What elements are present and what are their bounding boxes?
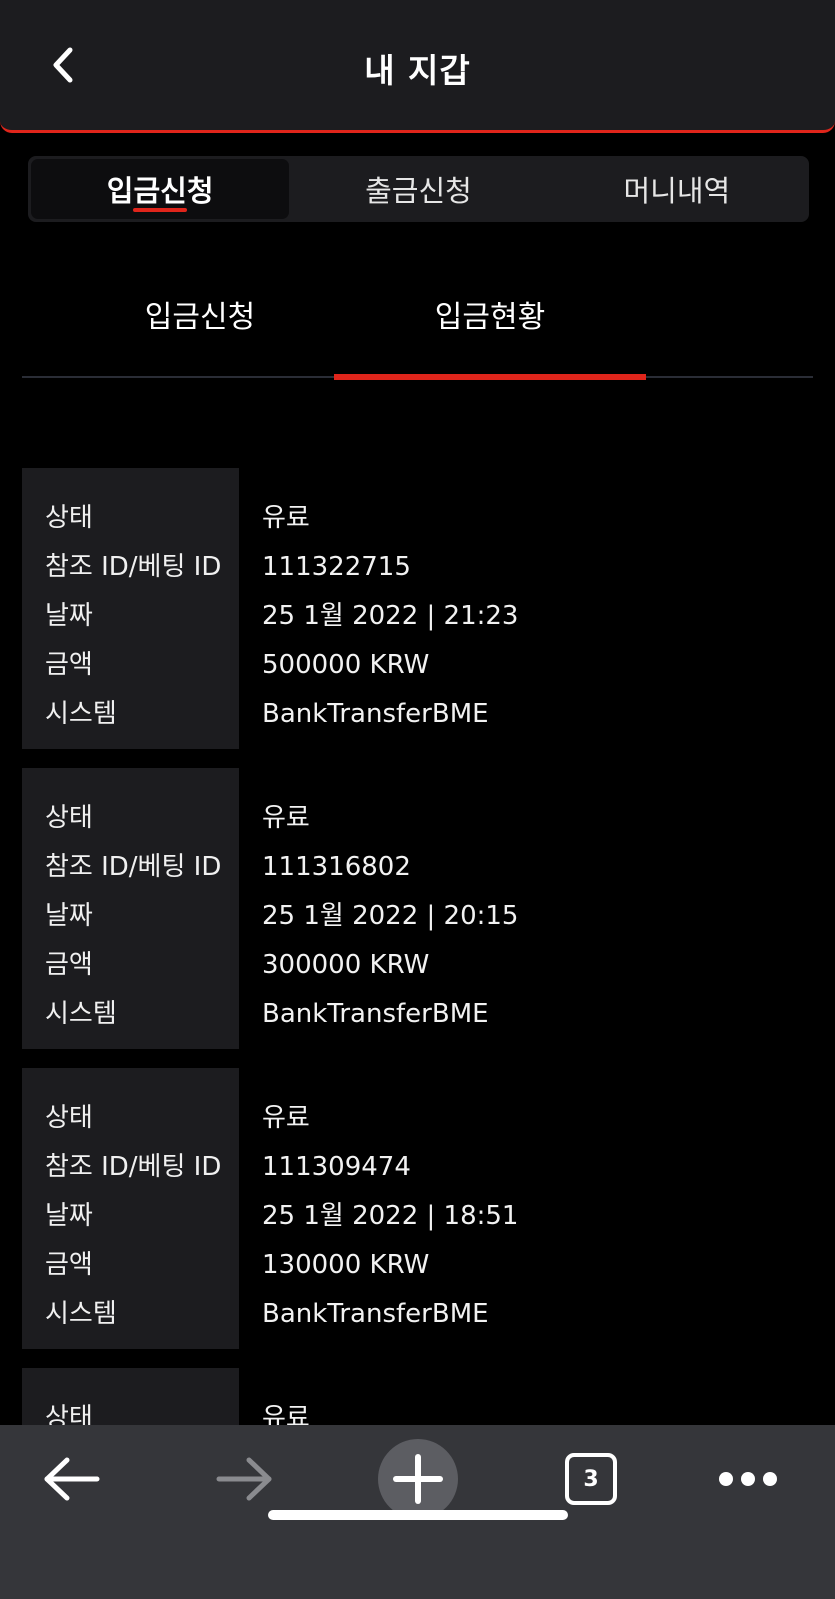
more-dots-icon xyxy=(719,1472,777,1486)
ref-id-value: 111309474 xyxy=(262,1152,411,1182)
status-label: 상태 xyxy=(45,1103,93,1133)
subtab-deposit-status[interactable]: 입금현황 xyxy=(334,272,646,380)
more-options-button[interactable] xyxy=(708,1439,788,1519)
amount-label: 금액 xyxy=(45,1250,93,1280)
tab-withdraw-request[interactable]: 출금신청 xyxy=(289,159,547,219)
tab-count-badge: 3 xyxy=(565,1453,617,1505)
subtab-deposit-request[interactable]: 입금신청 xyxy=(44,272,356,378)
ref-id-label: 참조 ID/베팅 ID xyxy=(45,852,222,882)
home-indicator[interactable] xyxy=(268,1510,568,1520)
active-tab-indicator xyxy=(133,208,188,212)
status-label: 상태 xyxy=(45,503,93,533)
deposit-record: 상태 참조 ID/베팅 ID 날짜 금액 시스템 유료 111309474 25… xyxy=(22,1068,813,1349)
tab-money-history[interactable]: 머니내역 xyxy=(548,159,806,219)
deposit-sub-tabs: 입금신청 입금현황 xyxy=(22,272,813,380)
amount-label: 금액 xyxy=(45,650,93,680)
tab-label: 머니내역 xyxy=(623,174,731,208)
tab-deposit-request[interactable]: 입금신청 xyxy=(31,159,290,219)
browser-forward-button[interactable] xyxy=(204,1439,284,1519)
arrow-left-icon xyxy=(44,1457,100,1501)
amount-value: 300000 KRW xyxy=(262,950,430,980)
record-labels: 상태 참조 ID/베팅 ID 날짜 금액 시스템 xyxy=(22,768,239,1049)
date-label: 날짜 xyxy=(45,901,93,931)
deposit-record: 상태 참조 ID/베팅 ID 날짜 금액 시스템 유료 111316802 25… xyxy=(22,768,813,1049)
record-values: 유료 111322715 25 1월 2022 | 21:23 500000 K… xyxy=(239,468,518,749)
new-tab-button[interactable] xyxy=(378,1439,458,1519)
plus-icon xyxy=(393,1454,443,1504)
browser-back-button[interactable] xyxy=(32,1439,112,1519)
date-label: 날짜 xyxy=(45,1201,93,1231)
tab-label: 출금신청 xyxy=(365,174,472,208)
system-value: BankTransferBME xyxy=(262,999,489,1029)
amount-value: 500000 KRW xyxy=(262,650,430,680)
system-value: BankTransferBME xyxy=(262,699,489,729)
page-title: 내 지갑 xyxy=(364,51,471,90)
app-header: 내 지갑 xyxy=(0,0,835,133)
tab-label: 입금신청 xyxy=(106,174,214,208)
record-values: 유료 111316802 25 1월 2022 | 20:15 300000 K… xyxy=(239,768,518,1049)
ref-id-label: 참조 ID/베팅 ID xyxy=(45,1152,222,1182)
record-values: 유료 111309474 25 1월 2022 | 18:51 130000 K… xyxy=(239,1068,518,1349)
wallet-tabs: 입금신청 출금신청 머니내역 xyxy=(28,156,809,222)
status-label: 상태 xyxy=(45,803,93,833)
ref-id-value: 111316802 xyxy=(262,852,411,882)
date-value: 25 1월 2022 | 20:15 xyxy=(262,901,519,931)
date-value: 25 1월 2022 | 21:23 xyxy=(262,601,519,631)
status-value: 유료 xyxy=(262,503,310,533)
date-label: 날짜 xyxy=(45,601,93,631)
deposit-record: 상태 참조 ID/베팅 ID 날짜 금액 시스템 유료 111322715 25… xyxy=(22,468,813,749)
deposit-record-list: 상태 참조 ID/베팅 ID 날짜 금액 시스템 유료 111322715 25… xyxy=(22,468,813,1472)
system-label: 시스템 xyxy=(45,699,117,729)
system-value: BankTransferBME xyxy=(262,1299,489,1329)
tab-switcher-button[interactable]: 3 xyxy=(551,1439,631,1519)
date-value: 25 1월 2022 | 18:51 xyxy=(262,1201,519,1231)
amount-value: 130000 KRW xyxy=(262,1250,430,1280)
record-labels: 상태 참조 ID/베팅 ID 날짜 금액 시스템 xyxy=(22,468,239,749)
ref-id-value: 111322715 xyxy=(262,552,411,582)
arrow-right-icon xyxy=(216,1457,272,1501)
ref-id-label: 참조 ID/베팅 ID xyxy=(45,552,222,582)
record-labels: 상태 참조 ID/베팅 ID 날짜 금액 시스템 xyxy=(22,1068,239,1349)
system-label: 시스템 xyxy=(45,1299,117,1329)
system-label: 시스템 xyxy=(45,999,117,1029)
amount-label: 금액 xyxy=(45,950,93,980)
status-value: 유료 xyxy=(262,1103,310,1133)
status-value: 유료 xyxy=(262,803,310,833)
